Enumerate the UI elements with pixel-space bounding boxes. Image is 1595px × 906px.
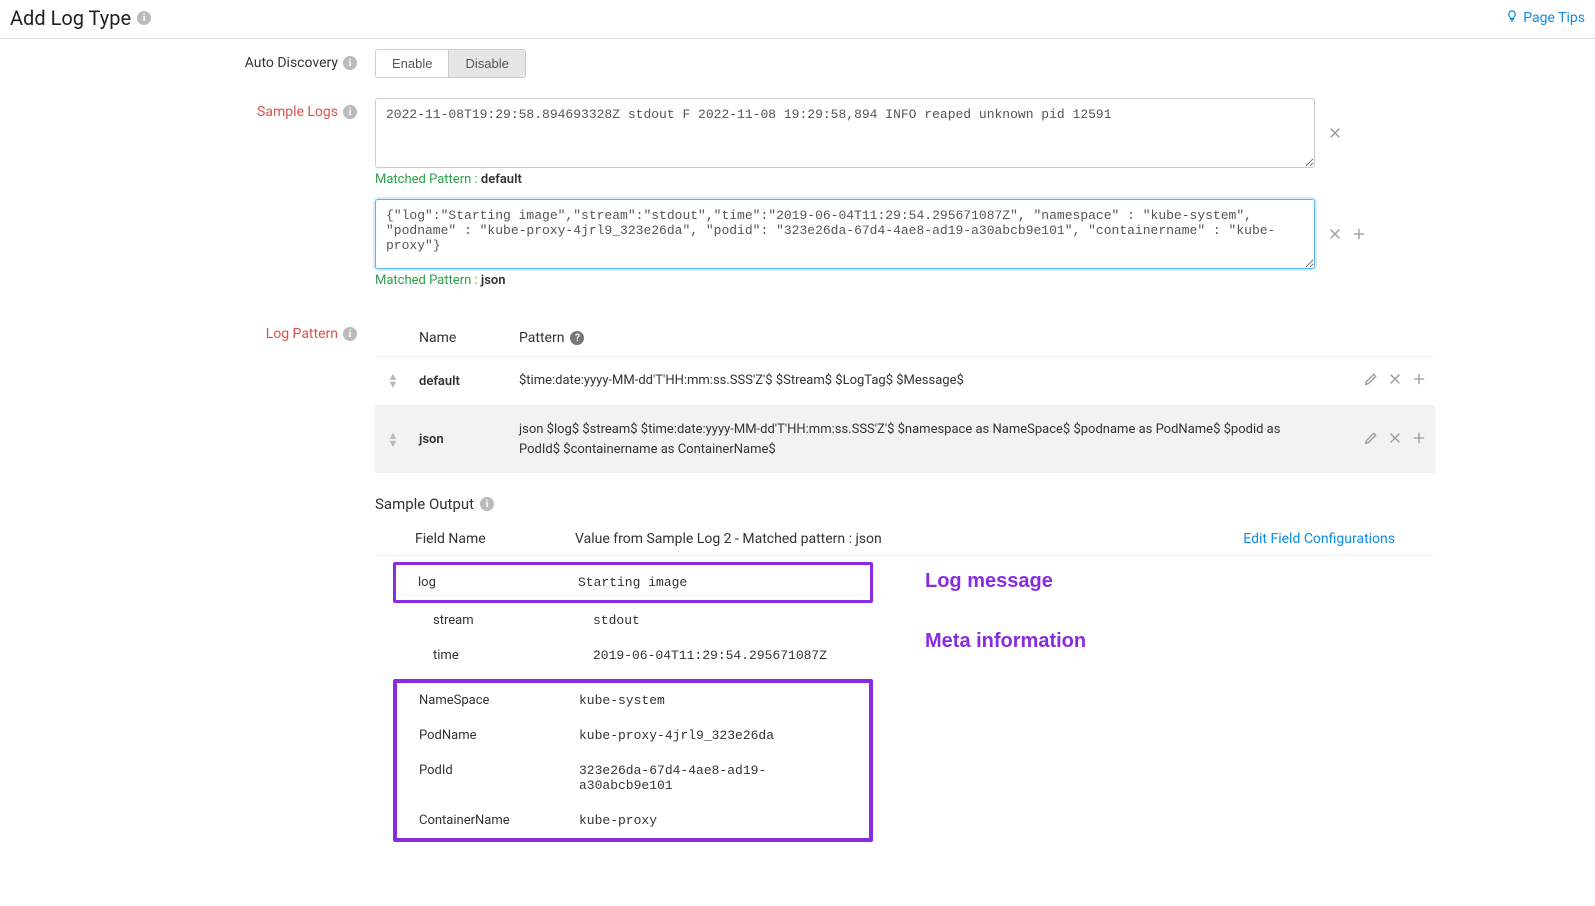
label-log-pattern: Log Pattern i — [20, 320, 375, 342]
output-field-value: stdout — [593, 613, 833, 628]
sample-log-textarea[interactable] — [375, 98, 1315, 168]
matched-pattern-value: json — [481, 273, 506, 288]
page-header: Add Log Type i Page Tips — [0, 0, 1595, 39]
info-icon[interactable]: i — [343, 105, 357, 119]
sample-logs-value: Matched Pattern : defaultMatched Pattern… — [375, 98, 1435, 300]
pencil-icon[interactable] — [1363, 371, 1379, 387]
plain-rows: streamstdouttime2019-06-04T11:29:54.2956… — [393, 603, 873, 673]
info-icon[interactable]: i — [480, 497, 494, 511]
label-auto-discovery: Auto Discovery i — [20, 49, 375, 71]
reorder-handle[interactable]: ▲▼ — [383, 432, 403, 447]
auto-discovery-toggle: Enable Disable — [375, 49, 526, 78]
close-icon[interactable] — [1387, 371, 1403, 387]
col-pattern-header: Pattern ? — [511, 320, 1325, 357]
sample-log-textarea[interactable] — [375, 199, 1315, 269]
pattern-table: Name Pattern ? ▲▼ default$time:date:yyyy-… — [375, 320, 1435, 473]
sample-row — [375, 98, 1435, 168]
output-field-value: 323e26da-67d4-4ae8-ad19-a30abcb9e101 — [579, 763, 847, 793]
pattern-name: default — [411, 357, 511, 406]
matched-pattern-label: Matched Pattern : — [375, 273, 478, 288]
plus-icon[interactable] — [1351, 226, 1367, 242]
output-field-value: kube-proxy — [579, 813, 847, 828]
bulb-icon — [1505, 9, 1519, 27]
pattern-text: $time:date:yyyy-MM-dd'T'HH:mm:ss.SSS'Z'$… — [511, 357, 1325, 406]
pattern-actions — [1325, 357, 1435, 406]
sample-output-heading-text: Sample Output — [375, 495, 474, 513]
col-name-header: Name — [411, 320, 511, 357]
plus-icon[interactable] — [1411, 430, 1427, 446]
matched-pattern-line: Matched Pattern : json — [375, 273, 1435, 288]
pattern-row[interactable]: ▲▼ jsonjson $log$ $stream$ $time:date:yyy… — [375, 406, 1435, 474]
output-row: PodNamekube-proxy-4jrl9_323e26da — [397, 718, 869, 753]
plus-icon[interactable] — [1411, 371, 1427, 387]
output-col-value: Value from Sample Log 2 - Matched patter… — [575, 531, 1243, 547]
pattern-row[interactable]: ▲▼ default$time:date:yyyy-MM-dd'T'HH:mm:s… — [375, 357, 1435, 406]
output-row: ContainerNamekube-proxy — [397, 803, 869, 838]
matched-pattern-line: Matched Pattern : default — [375, 172, 1435, 187]
row-auto-discovery: Auto Discovery i Enable Disable — [20, 49, 1575, 78]
page-title-text: Add Log Type — [10, 6, 131, 30]
chevron-down-icon[interactable]: ▼ — [388, 440, 399, 448]
close-icon[interactable] — [1327, 226, 1343, 242]
output-row: streamstdout — [393, 603, 873, 638]
info-icon[interactable]: i — [137, 11, 151, 25]
info-icon[interactable]: i — [343, 56, 357, 70]
output-field-value: kube-system — [579, 693, 847, 708]
matched-pattern-value: default — [481, 172, 522, 187]
row-log-pattern: Log Pattern i Name Pattern ? — [20, 320, 1575, 842]
pattern-text: json $log$ $stream$ $time:date:yyyy-MM-d… — [511, 406, 1325, 474]
close-icon[interactable] — [1327, 125, 1343, 141]
edit-field-config-link[interactable]: Edit Field Configurations — [1243, 531, 1395, 547]
highlight-log-message: logStarting image — [393, 562, 873, 603]
output-field-name: stream — [433, 613, 593, 628]
output-field-name: ContainerName — [419, 813, 579, 828]
output-row: NameSpacekube-system — [397, 683, 869, 718]
callout-meta-info: Meta information — [925, 630, 1086, 653]
reorder-handle[interactable]: ▲▼ — [383, 373, 403, 388]
highlight-meta-info: Meta information NameSpacekube-systemPod… — [393, 679, 873, 842]
col-pattern-header-text: Pattern — [519, 330, 564, 346]
label-sample-logs: Sample Logs i — [20, 98, 375, 120]
output-field-name: log — [418, 575, 578, 590]
enable-button[interactable]: Enable — [376, 50, 448, 77]
help-icon[interactable]: ? — [570, 331, 584, 345]
output-field-name: PodId — [419, 763, 579, 793]
output-col-field: Field Name — [415, 531, 575, 547]
pattern-name: json — [411, 406, 511, 474]
sample-output-heading: Sample Output i — [375, 495, 1435, 513]
sample-actions — [1327, 226, 1367, 242]
output-row: PodId323e26da-67d4-4ae8-ad19-a30abcb9e10… — [397, 753, 869, 803]
output-field-name: time — [433, 648, 593, 663]
row-sample-logs: Sample Logs i Matched Pattern : defaultM… — [20, 98, 1575, 300]
sample-actions — [1327, 125, 1343, 141]
label-log-pattern-text: Log Pattern — [266, 326, 338, 342]
form-area: Auto Discovery i Enable Disable Sample L… — [0, 39, 1595, 892]
output-field-name: PodName — [419, 728, 579, 743]
label-auto-discovery-text: Auto Discovery — [245, 55, 338, 71]
callout-log-message: Log message — [925, 570, 1053, 593]
info-icon[interactable]: i — [343, 327, 357, 341]
page-title: Add Log Type i — [10, 6, 151, 30]
output-field-value: 2019-06-04T11:29:54.295671087Z — [593, 648, 833, 663]
output-header: Field Name Value from Sample Log 2 - Mat… — [375, 523, 1435, 556]
matched-pattern-label: Matched Pattern : — [375, 172, 478, 187]
log-pattern-value: Name Pattern ? ▲▼ default$time:date:yyyy-… — [375, 320, 1435, 842]
output-body: logStarting image Log message streamstdo… — [375, 562, 1435, 842]
chevron-down-icon[interactable]: ▼ — [388, 381, 399, 389]
output-row: time2019-06-04T11:29:54.295671087Z — [393, 638, 873, 673]
pattern-actions — [1325, 406, 1435, 474]
page-tips-link[interactable]: Page Tips — [1505, 9, 1585, 27]
output-field-value: Starting image — [578, 575, 848, 590]
close-icon[interactable] — [1387, 430, 1403, 446]
auto-discovery-value: Enable Disable — [375, 49, 1435, 78]
output-field-value: kube-proxy-4jrl9_323e26da — [579, 728, 847, 743]
page-tips-text: Page Tips — [1523, 10, 1585, 26]
sample-row — [375, 199, 1435, 269]
output-field-name: NameSpace — [419, 693, 579, 708]
label-sample-logs-text: Sample Logs — [257, 104, 338, 120]
output-row: logStarting image — [396, 565, 870, 600]
pencil-icon[interactable] — [1363, 430, 1379, 446]
disable-button[interactable]: Disable — [448, 50, 524, 77]
